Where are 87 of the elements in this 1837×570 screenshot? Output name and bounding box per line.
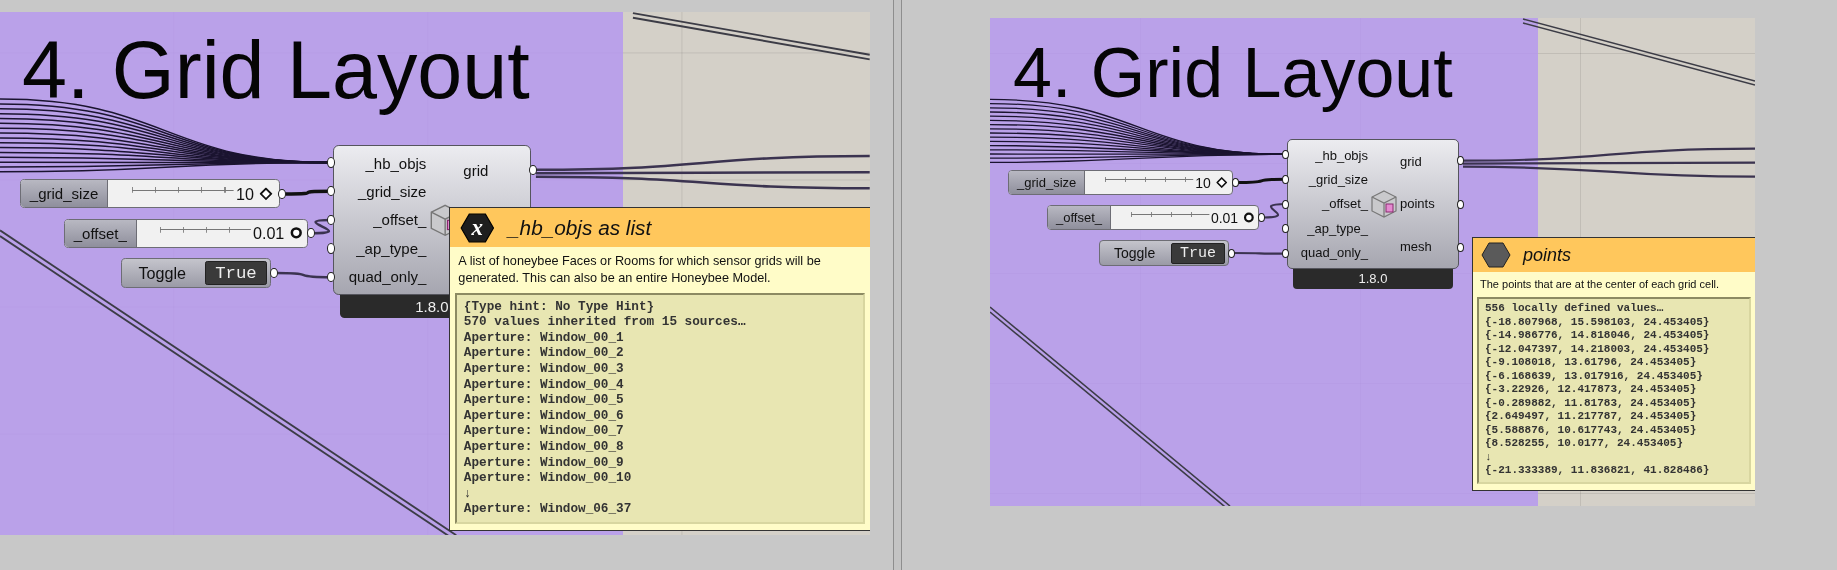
tooltip-description: The points that are at the center of each grid cell.	[1479, 277, 1721, 292]
diamond-icon	[1215, 177, 1227, 188]
value-line: {-3.22926, 12.417873, 24.453405}	[1485, 383, 1698, 397]
tooltip-title: points	[1523, 244, 1572, 266]
value-line: Aperture: Window_00_2	[463, 345, 625, 361]
input-grip[interactable]	[1282, 174, 1289, 184]
value-line: Aperture: Window_00_5	[463, 392, 625, 408]
input-grip[interactable]	[326, 214, 335, 226]
input-label: _grid_size	[1308, 172, 1368, 188]
slider-label: _offset_	[1048, 206, 1112, 229]
value-line: 556 locally defined values…	[1485, 302, 1665, 316]
toggle-label: Toggle	[1114, 245, 1157, 261]
circle-icon	[290, 226, 303, 240]
value-line: ↓	[1485, 450, 1493, 465]
input-label: _hb_objs	[365, 154, 427, 172]
input-grip[interactable]	[326, 243, 335, 254]
cube-icon	[1370, 189, 1398, 219]
component-node[interactable]: _hb_objs _grid_size _offset_ _ap_type_ quad_only_ grid points mesh	[1287, 139, 1459, 269]
number-slider[interactable]: _offset_ 0.01	[1047, 205, 1259, 230]
value-line: {-12.047397, 14.218003, 24.453405}	[1485, 342, 1711, 357]
output-grip[interactable]	[307, 228, 316, 239]
value-line: {-0.289882, 11.81783, 24.453405}	[1485, 396, 1698, 411]
toggle-label: Toggle	[138, 263, 188, 283]
slider-label: _grid_size	[1009, 171, 1086, 194]
value-line: ↓	[463, 485, 473, 502]
input-grip[interactable]	[1282, 224, 1289, 234]
output-grip[interactable]	[1457, 199, 1464, 209]
value-line: {-18.807968, 15.598103, 24.453405}	[1485, 315, 1711, 330]
output-label: points	[1400, 196, 1435, 212]
output-grip[interactable]	[1258, 213, 1265, 222]
value-line: {5.588876, 10.617743, 24.453405}	[1485, 423, 1698, 438]
version-label: 1.8.0	[1293, 269, 1453, 289]
value-line: Aperture: Window_00_8	[463, 438, 625, 455]
number-slider[interactable]: _grid_size 10	[19, 179, 280, 209]
number-slider[interactable]: _offset_ 0.01	[63, 218, 309, 248]
hexagon-icon	[1481, 242, 1511, 268]
number-slider[interactable]: _grid_size 10	[1008, 170, 1233, 195]
input-label: _ap_type_	[356, 239, 427, 257]
input-label: quad_only_	[348, 267, 427, 285]
slider-handle[interactable]: 0.01	[1208, 209, 1255, 226]
value-line: {8.528255, 10.0177, 24.453405}	[1485, 437, 1685, 451]
input-label: _offset_	[1321, 196, 1368, 212]
toggle-value[interactable]: True	[1171, 242, 1225, 264]
output-grip[interactable]	[270, 267, 279, 279]
script-icon: x	[459, 212, 495, 243]
value-line: Aperture: Window_06_37	[463, 501, 633, 517]
boolean-toggle[interactable]: Toggle True	[1099, 240, 1229, 266]
input-grip[interactable]	[1282, 149, 1289, 159]
output-grip[interactable]	[529, 164, 538, 176]
input-grip[interactable]	[1282, 249, 1289, 259]
value-line: {-21.333389, 11.836821, 41.828486}	[1485, 464, 1711, 478]
input-label: _offset_	[373, 211, 427, 229]
output-label: grid	[1400, 153, 1422, 169]
input-label: _grid_size	[357, 183, 427, 201]
input-grip[interactable]	[326, 272, 335, 283]
value-line: {-6.168639, 13.017916, 24.453405}	[1485, 369, 1704, 384]
input-label: _ap_type_	[1307, 220, 1368, 236]
slider-handle[interactable]: 10	[233, 184, 273, 204]
output-grip[interactable]	[278, 188, 287, 200]
circle-icon	[1243, 212, 1255, 223]
toggle-value[interactable]: True	[204, 261, 267, 285]
output-grip[interactable]	[1232, 178, 1239, 187]
output-label: grid	[463, 162, 489, 179]
value-line: Aperture: Window_00_9	[463, 454, 625, 471]
input-grip[interactable]	[326, 186, 335, 197]
output-label: mesh	[1400, 239, 1432, 255]
input-label: quad_only_	[1300, 245, 1368, 261]
value-line: {-14.986776, 14.818046, 24.453405}	[1485, 329, 1711, 343]
input-grip[interactable]	[326, 157, 335, 168]
input-label: _hb_objs	[1315, 147, 1368, 163]
input-grip[interactable]	[1282, 199, 1289, 209]
slider-label: _offset_	[64, 219, 138, 247]
value-line: Aperture: Window_00_6	[463, 407, 625, 424]
value-line: Aperture: Window_00_3	[463, 360, 625, 377]
diamond-icon	[259, 187, 273, 201]
value-line: {2.649497, 11.217787, 24.453405}	[1485, 410, 1698, 424]
output-grip[interactable]	[1457, 156, 1464, 166]
slider-handle[interactable]: 10	[1193, 174, 1227, 191]
output-grip[interactable]	[1457, 242, 1464, 252]
value-line: Aperture: Window_00_1	[463, 329, 625, 346]
slider-label: _grid_size	[20, 180, 109, 208]
value-line: {-9.108018, 13.61796, 24.453405}	[1485, 356, 1698, 370]
value-line: Aperture: Window_00_7	[463, 423, 625, 439]
value-line: Aperture: Window_00_10	[463, 470, 633, 486]
boolean-toggle[interactable]: Toggle True	[121, 258, 272, 288]
value-line: Aperture: Window_00_4	[463, 376, 625, 393]
output-grip[interactable]	[1228, 248, 1235, 258]
